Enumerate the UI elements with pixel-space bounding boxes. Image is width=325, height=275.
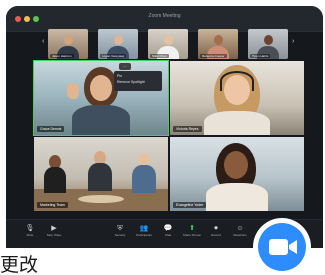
- menu-item-remove-spotlight[interactable]: Remove Spotlight: [117, 79, 159, 85]
- thumbnails-next-icon[interactable]: ›: [292, 38, 294, 45]
- participant-thumbnail[interactable]: Logan Vereyweg: [98, 29, 138, 59]
- video-camera-icon: [269, 239, 297, 255]
- microphone-icon: 🎙: [25, 225, 35, 232]
- reactions-icon: ☺: [236, 225, 244, 232]
- chat-icon: 💬: [163, 225, 173, 232]
- participant-thumbnail[interactable]: Rebecca Cooper: [198, 29, 238, 59]
- participant-name: Marketing Team: [37, 202, 68, 208]
- participant-thumbnail[interactable]: Nikki Chan: [148, 29, 188, 59]
- participant-thumbnail[interactable]: Tyron Harris: [248, 29, 288, 59]
- window-title: Zoom Meeting: [148, 13, 181, 19]
- video-camera-icon: ▶: [51, 225, 57, 232]
- caption-text: 更改: [0, 254, 39, 275]
- participants-button[interactable]: 👥 Participants: [134, 224, 154, 244]
- reactions-button[interactable]: ☺ Reactions: [230, 224, 250, 244]
- chat-button[interactable]: 💬 Chat: [158, 224, 178, 244]
- video-tile[interactable]: Victoria Reyes: [170, 61, 304, 135]
- security-button[interactable]: ⛨ Security: [110, 224, 130, 244]
- thumbnail-name: Tyron Harris: [250, 54, 271, 58]
- share-screen-button[interactable]: ⬆ Share Screen: [182, 224, 202, 244]
- participant-name: Victoria Reyes: [173, 126, 202, 132]
- zoom-logo: [253, 218, 311, 275]
- thumbnails-prev-icon[interactable]: ‹: [42, 38, 44, 45]
- video-tile[interactable]: Marketing Team: [34, 137, 168, 211]
- participants-icon: 👥: [139, 225, 149, 232]
- tile-more-options-button[interactable]: ...: [119, 63, 131, 70]
- tile-context-menu: Pin Remove Spotlight: [114, 71, 162, 91]
- thumbnail-name: Jason Harmon: [50, 54, 74, 58]
- video-tile[interactable]: Evangeline Yoder: [170, 137, 304, 211]
- thumbnail-name: Logan Vereyweg: [100, 54, 127, 58]
- record-icon: ⏺: [214, 225, 218, 232]
- share-screen-icon: ⬆: [189, 225, 195, 232]
- thumbnail-name: Nikki Chan: [150, 54, 169, 58]
- participant-name: Evangeline Yoder: [173, 202, 207, 208]
- mute-button[interactable]: 🎙 Mute: [20, 224, 40, 244]
- stop-video-button[interactable]: ▶ Stop Video: [44, 224, 64, 244]
- thumbnail-name: Rebecca Cooper: [200, 54, 227, 58]
- thumbnail-strip: Jason Harmon Logan Vereyweg Nikki Chan R…: [48, 29, 290, 59]
- shield-icon: ⛨: [117, 225, 123, 232]
- participant-name: Grace Dennis: [37, 126, 65, 132]
- record-button[interactable]: ⏺ Record: [206, 224, 226, 244]
- participant-thumbnail[interactable]: Jason Harmon: [48, 29, 88, 59]
